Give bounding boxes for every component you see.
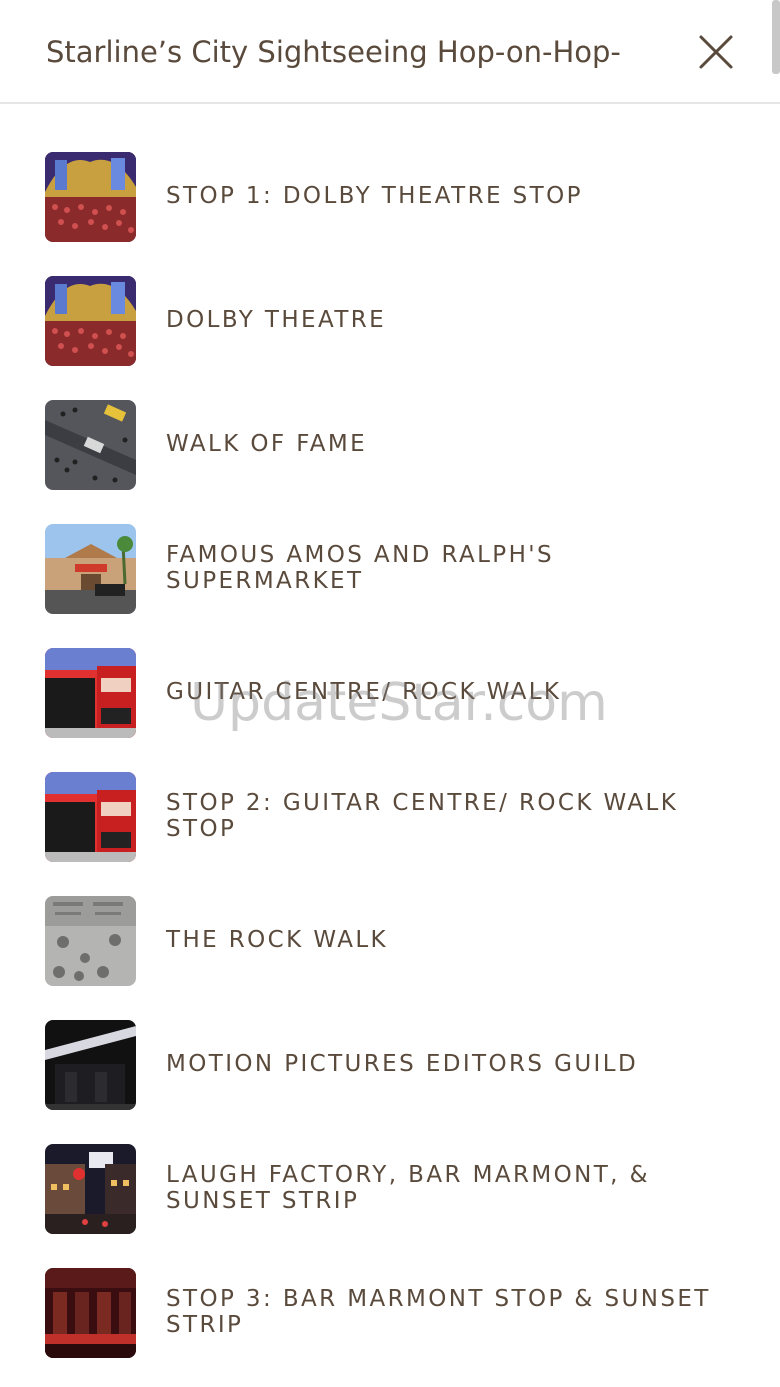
list-item-guitar-centre[interactable]: GUITAR CENTRE/ ROCK WALK — [0, 630, 760, 754]
list-item-editors-guild[interactable]: MOTION PICTURES EDITORS GUILD — [0, 1002, 760, 1126]
stop-label: FAMOUS AMOS AND RALPH'S SUPERMARKET — [166, 542, 554, 594]
stop-label: STOP 1: DOLBY THEATRE STOP — [166, 183, 583, 209]
list-item-famous-amos[interactable]: FAMOUS AMOS AND RALPH'S SUPERMARKET — [0, 506, 760, 630]
stop-thumbnail — [45, 1144, 136, 1234]
list-item-rock-walk[interactable]: THE ROCK WALK — [0, 878, 760, 1002]
header: Starline’s City Sightseeing Hop-on-Hop- — [0, 0, 780, 104]
stop-label: LAUGH FACTORY, BAR MARMONT, & SUNSET STR… — [166, 1162, 650, 1214]
scrollbar-thumb[interactable] — [772, 0, 780, 74]
close-icon — [699, 35, 733, 69]
list-item-laugh-factory[interactable]: LAUGH FACTORY, BAR MARMONT, & SUNSET STR… — [0, 1126, 760, 1250]
stop-label: STOP 3: BAR MARMONT STOP & SUNSET STRIP — [166, 1286, 711, 1338]
list-item-stop-3[interactable]: STOP 3: BAR MARMONT STOP & SUNSET STRIP — [0, 1250, 760, 1374]
stop-thumbnail — [45, 648, 136, 738]
stop-thumbnail — [45, 1268, 136, 1358]
close-button[interactable] — [694, 30, 738, 74]
stop-label: DOLBY THEATRE — [166, 307, 387, 333]
stop-thumbnail — [45, 1020, 136, 1110]
stop-thumbnail — [45, 524, 136, 614]
stop-label: THE ROCK WALK — [166, 927, 389, 953]
stop-thumbnail — [45, 896, 136, 986]
stop-thumbnail — [45, 152, 136, 242]
stop-label: WALK OF FAME — [166, 431, 368, 457]
list-item-stop-2[interactable]: STOP 2: GUITAR CENTRE/ ROCK WALK STOP — [0, 754, 760, 878]
stop-thumbnail — [45, 772, 136, 862]
stop-thumbnail — [45, 400, 136, 490]
list-item-stop-1[interactable]: STOP 1: DOLBY THEATRE STOP — [0, 134, 760, 258]
page-title: Starline’s City Sightseeing Hop-on-Hop- — [46, 35, 621, 69]
list-item-walk-of-fame[interactable]: WALK OF FAME — [0, 382, 760, 506]
stop-label: STOP 2: GUITAR CENTRE/ ROCK WALK STOP — [166, 790, 679, 842]
stop-label: GUITAR CENTRE/ ROCK WALK — [166, 679, 562, 705]
list-item-dolby-theatre[interactable]: DOLBY THEATRE — [0, 258, 760, 382]
stop-thumbnail — [45, 276, 136, 366]
stop-label: MOTION PICTURES EDITORS GUILD — [166, 1051, 639, 1077]
